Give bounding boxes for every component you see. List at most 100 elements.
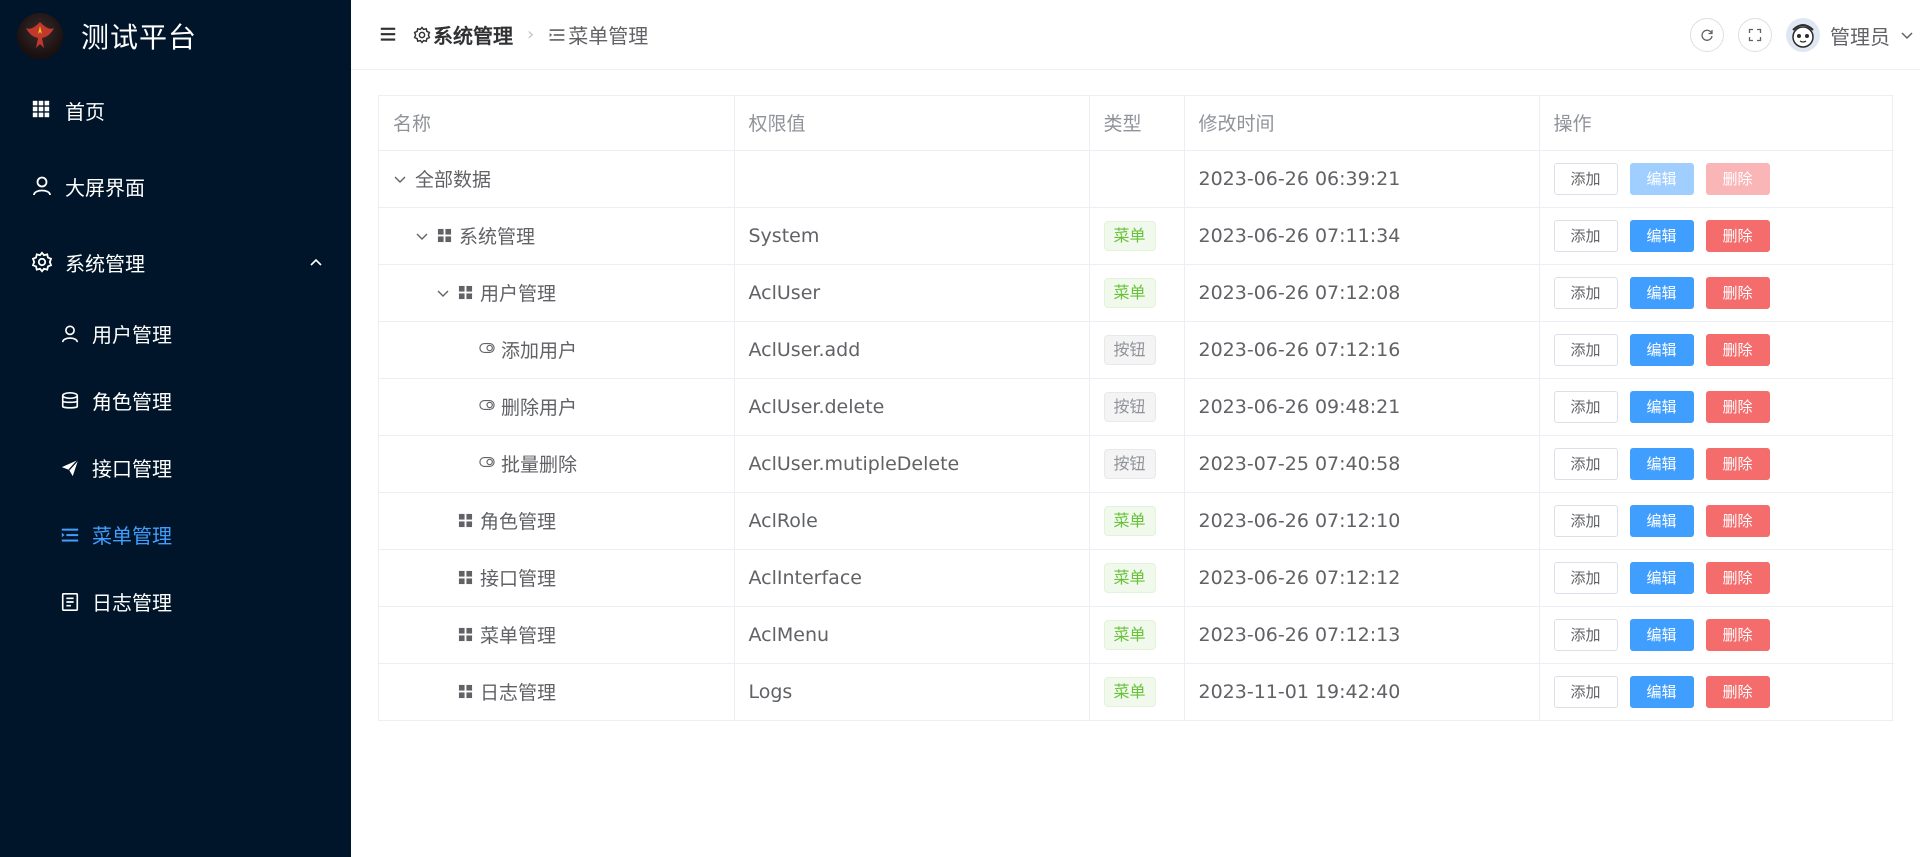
- table-row: 日志管理 Logs 菜单 2023-11-01 19:42:40 添加 编辑 删除: [379, 663, 1894, 720]
- chevron-down-icon[interactable]: [415, 229, 429, 243]
- table-row: 菜单管理 AclMenu 菜单 2023-06-26 07:12:13 添加 编辑…: [379, 606, 1894, 664]
- edit-button[interactable]: 编辑: [1629, 447, 1694, 480]
- add-button[interactable]: 添加: [1553, 219, 1618, 252]
- row-actions: 添加 编辑 删除: [1539, 378, 1894, 436]
- user-name[interactable]: 管理员: [1830, 21, 1890, 50]
- row-actions: 添加 编辑 删除: [1539, 321, 1894, 379]
- delete-button[interactable]: 删除: [1705, 219, 1770, 252]
- edit-button[interactable]: 编辑: [1629, 162, 1694, 195]
- row-name: 角色管理: [480, 511, 557, 533]
- table-row: 用户管理 AclUser 菜单 2023-06-26 07:12:08 添加 编辑…: [379, 264, 1894, 322]
- row-actions: 添加 编辑 删除: [1539, 663, 1894, 720]
- delete-button[interactable]: 删除: [1705, 561, 1770, 594]
- brand-title: 测试平台: [81, 21, 198, 54]
- avatar[interactable]: [1786, 18, 1820, 52]
- table-row: 删除用户 AclUser.delete 按钮 2023-06-26 09:48:…: [379, 378, 1894, 436]
- top-header: 系统管理 › 菜单管理 管理员: [351, 0, 1920, 70]
- row-time: 2023-06-26 07:11:34: [1184, 207, 1540, 265]
- row-permission: AclMenu: [734, 606, 1090, 664]
- row-type: 按钮: [1089, 321, 1185, 379]
- sidebar-item-roles[interactable]: 角色管理: [0, 367, 351, 434]
- menu-grid-icon: [458, 627, 474, 643]
- delete-button[interactable]: 删除: [1705, 162, 1770, 195]
- add-button[interactable]: 添加: [1553, 447, 1618, 480]
- row-name: 添加用户: [501, 340, 578, 362]
- menu-icon: [548, 26, 566, 44]
- sidebar-item-api[interactable]: 接口管理: [0, 434, 351, 501]
- sidebar-item-label: 接口管理: [92, 457, 172, 481]
- delete-button[interactable]: 删除: [1705, 618, 1770, 651]
- breadcrumb-item-system[interactable]: 系统管理: [413, 20, 513, 49]
- type-tag: 菜单: [1103, 562, 1156, 593]
- menu-grid-icon: [458, 684, 474, 700]
- row-actions: 添加 编辑 删除: [1539, 549, 1894, 607]
- table-body: 全部数据 2023-06-26 06:39:21 添加 编辑 删除 系统管理 S…: [379, 150, 1894, 720]
- add-button[interactable]: 添加: [1553, 333, 1618, 366]
- delete-button[interactable]: 删除: [1705, 276, 1770, 309]
- edit-button[interactable]: 编辑: [1629, 276, 1694, 309]
- delete-button[interactable]: 删除: [1705, 447, 1770, 480]
- sidebar-item-users[interactable]: 用户管理: [0, 300, 351, 367]
- edit-button[interactable]: 编辑: [1629, 675, 1694, 708]
- row-actions: 添加 编辑 删除: [1539, 435, 1894, 493]
- delete-button[interactable]: 删除: [1705, 390, 1770, 423]
- database-icon: [60, 391, 80, 411]
- row-actions: 添加 编辑 删除: [1539, 207, 1894, 265]
- delete-button[interactable]: 删除: [1705, 675, 1770, 708]
- row-permission: AclUser.delete: [734, 378, 1090, 436]
- row-permission: System: [734, 207, 1090, 265]
- refresh-icon: [1701, 29, 1713, 41]
- row-time: 2023-06-26 09:48:21: [1184, 378, 1540, 436]
- row-name: 用户管理: [480, 283, 557, 305]
- chevron-down-icon[interactable]: [393, 172, 407, 186]
- edit-button[interactable]: 编辑: [1629, 561, 1694, 594]
- add-button[interactable]: 添加: [1553, 618, 1618, 651]
- document-icon: [60, 592, 80, 612]
- delete-button[interactable]: 删除: [1705, 333, 1770, 366]
- chevron-down-icon[interactable]: [1900, 28, 1914, 42]
- menu-grid-icon: [437, 228, 453, 244]
- brand[interactable]: 测试平台: [0, 0, 351, 72]
- column-header-type: 类型: [1089, 96, 1185, 151]
- sidebar-item-home[interactable]: 首页: [0, 72, 351, 148]
- delete-button[interactable]: 删除: [1705, 504, 1770, 537]
- menu-grid-icon: [458, 570, 474, 586]
- sidebar-item-logs[interactable]: 日志管理: [0, 568, 351, 635]
- row-actions: 添加 编辑 删除: [1539, 264, 1894, 322]
- row-type: 按钮: [1089, 378, 1185, 436]
- refresh-button[interactable]: [1690, 18, 1724, 52]
- row-type: 菜单: [1089, 264, 1185, 322]
- column-header-permission: 权限值: [734, 96, 1090, 151]
- row-time: 2023-06-26 06:39:21: [1184, 150, 1540, 208]
- add-button[interactable]: 添加: [1553, 162, 1618, 195]
- row-name: 系统管理: [459, 226, 536, 248]
- edit-button[interactable]: 编辑: [1629, 504, 1694, 537]
- breadcrumb-separator: ›: [527, 24, 535, 45]
- type-tag: 按钮: [1103, 334, 1156, 365]
- add-button[interactable]: 添加: [1553, 561, 1618, 594]
- row-permission: AclUser.add: [734, 321, 1090, 379]
- user-icon: [60, 324, 80, 344]
- sidebar-item-system[interactable]: 系统管理: [0, 224, 351, 300]
- edit-button[interactable]: 编辑: [1629, 219, 1694, 252]
- edit-button[interactable]: 编辑: [1629, 618, 1694, 651]
- edit-button[interactable]: 编辑: [1629, 333, 1694, 366]
- add-button[interactable]: 添加: [1553, 675, 1618, 708]
- add-button[interactable]: 添加: [1553, 504, 1618, 537]
- menu-grid-icon: [458, 285, 474, 301]
- breadcrumb: 系统管理 › 菜单管理: [413, 20, 648, 49]
- sidebar-item-menus[interactable]: 菜单管理: [0, 501, 351, 568]
- chevron-down-icon[interactable]: [436, 286, 450, 300]
- fold-menu-icon[interactable]: [379, 25, 399, 45]
- edit-button[interactable]: 编辑: [1629, 390, 1694, 423]
- sidebar-item-screen[interactable]: 大屏界面: [0, 148, 351, 224]
- add-button[interactable]: 添加: [1553, 390, 1618, 423]
- fullscreen-button[interactable]: [1738, 18, 1772, 52]
- row-actions: 添加 编辑 删除: [1539, 492, 1894, 550]
- row-permission: [734, 150, 1090, 208]
- add-button[interactable]: 添加: [1553, 276, 1618, 309]
- menu-table: 名称 权限值 类型 修改时间 操作 全部数据 2023-06-26 06:39:…: [378, 95, 1894, 721]
- gear-icon: [413, 25, 431, 44]
- type-tag: 按钮: [1103, 448, 1156, 479]
- row-name: 接口管理: [480, 568, 557, 590]
